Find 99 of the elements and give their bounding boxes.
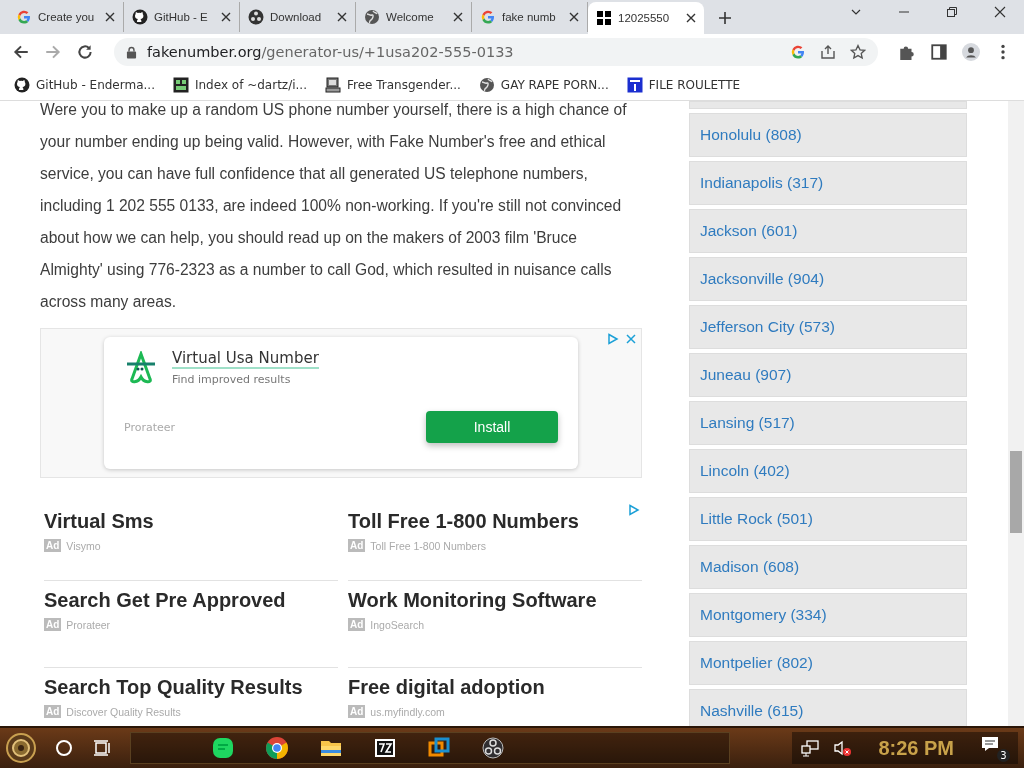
- notification-count: 3: [997, 749, 1010, 762]
- city-link[interactable]: Jefferson City (573): [700, 318, 835, 336]
- browser-tab[interactable]: GitHub - E: [124, 2, 240, 32]
- address-bar[interactable]: fakenumber.org/generator-us/+1usa202-555-0133: [114, 38, 878, 66]
- play-triangle-icon[interactable]: [607, 333, 619, 345]
- bookmark[interactable]: GitHub - Enderma...: [14, 77, 155, 93]
- chat-app-icon[interactable]: [211, 736, 235, 760]
- speaker-muted-icon[interactable]: [832, 738, 853, 758]
- ad-headline-link[interactable]: Free digital adoption: [348, 676, 642, 699]
- overlapping-squares-icon[interactable]: [427, 736, 451, 760]
- scrollbar[interactable]: [1008, 101, 1024, 726]
- ad-source: us.myfindly.com: [370, 705, 445, 718]
- side-panel-icon[interactable]: [930, 43, 948, 61]
- close-icon[interactable]: [994, 6, 1006, 18]
- reload-icon[interactable]: [76, 43, 94, 61]
- city-link[interactable]: Jacksonville (904): [700, 270, 825, 288]
- close-icon[interactable]: [105, 12, 115, 22]
- browser-tab[interactable]: Welcome: [356, 2, 472, 32]
- ad-badge: Ad: [348, 705, 366, 718]
- city-link[interactable]: Nashville (615): [700, 702, 804, 720]
- close-icon[interactable]: [569, 12, 579, 22]
- google-icon[interactable]: [790, 44, 806, 60]
- bookmark[interactable]: GAY RAPE PORN...: [478, 77, 609, 93]
- browser-tab[interactable]: Create you: [8, 2, 124, 32]
- bookmark[interactable]: Index of ~dartz/i...: [172, 77, 307, 93]
- tab-title: 12025550: [618, 12, 671, 24]
- advertiser-name: Prorateer: [124, 420, 176, 434]
- network-icon[interactable]: [800, 738, 821, 758]
- ad-source: Visymo: [66, 539, 101, 552]
- city-link[interactable]: Lincoln (402): [700, 462, 790, 480]
- new-tab-icon[interactable]: [718, 11, 732, 25]
- obs-icon[interactable]: [481, 736, 505, 760]
- tab-title: Download: [270, 11, 323, 23]
- ad-source: Discover Quality Results: [66, 705, 181, 718]
- back-icon[interactable]: [12, 43, 30, 61]
- play-triangle-icon[interactable]: [628, 504, 640, 516]
- star-icon[interactable]: [850, 44, 866, 60]
- square-logo-icon: [626, 77, 643, 93]
- city-link[interactable]: Jackson (601): [700, 222, 798, 240]
- obs-icon: [248, 9, 264, 25]
- computer-icon: [324, 77, 341, 93]
- ad-badge: Ad: [44, 705, 62, 718]
- github-icon: [132, 9, 148, 25]
- ad-title-link[interactable]: Virtual Usa Number: [172, 349, 319, 369]
- google-icon: [16, 9, 32, 25]
- city-link[interactable]: Lansing (517): [700, 414, 795, 432]
- ad-badge: Ad: [348, 618, 366, 631]
- city-link[interactable]: Honolulu (808): [700, 126, 802, 144]
- ad-headline-link[interactable]: Toll Free 1-800 Numbers: [348, 510, 642, 533]
- bookmark[interactable]: Free Transgender...: [324, 77, 461, 93]
- tab-title: fake numb: [502, 11, 557, 23]
- article-paragraph: Were you to make up a random US phone number yourself, there is a high chance of your number ending up being valid. However, with Fake Number's free and ethical service, you can have full confidence that all generated US telephone numbers, including 1 202 555 0133, are indeed 100% non-working. If you're still not convinced about how we can help, you should read up on the makers of 2003 film 'Bruce Almighty' using 776-2323 as a number to call God, which resulted in nuisance calls across many areas.: [40, 101, 628, 312]
- profile-avatar-icon[interactable]: [962, 43, 980, 61]
- browser-tab[interactable]: 12025550: [588, 2, 704, 34]
- bookmark[interactable]: FILE ROULETTE: [626, 77, 741, 93]
- globe-icon: [364, 9, 380, 25]
- notification-icon: [980, 734, 1000, 754]
- terminal-icon: [172, 77, 189, 93]
- ad-source: Toll Free 1-800 Numbers: [370, 539, 486, 552]
- archive-app-icon[interactable]: [373, 736, 397, 760]
- tab-title: Create you: [38, 11, 96, 23]
- ad-headline-link[interactable]: Search Top Quality Results: [44, 676, 338, 699]
- ad-headline-link[interactable]: Search Get Pre Approved: [44, 589, 338, 612]
- close-icon[interactable]: [221, 12, 231, 22]
- github-icon: [14, 77, 30, 93]
- tab-title: GitHub - E: [154, 11, 209, 23]
- close-icon[interactable]: [686, 13, 696, 23]
- ad-subtitle: Find improved results: [172, 373, 292, 386]
- search-circle-icon[interactable]: [54, 738, 74, 758]
- google-icon: [480, 9, 496, 25]
- ad-badge: Ad: [348, 539, 366, 552]
- url-text: fakenumber.org/generator-us/+1usa202-555-0133: [147, 44, 514, 60]
- ad-source: Prorateer: [66, 618, 111, 631]
- ad-badge: Ad: [44, 539, 62, 552]
- browser-tab[interactable]: Download: [240, 2, 356, 32]
- close-icon[interactable]: [453, 12, 463, 22]
- ad-badge: Ad: [44, 618, 62, 631]
- globe-icon: [478, 77, 495, 93]
- ad-headline-link[interactable]: Virtual Sms: [44, 510, 338, 533]
- ad-source: IngoSearch: [370, 618, 425, 631]
- city-link[interactable]: Montgomery (334): [700, 606, 827, 624]
- gear-start-icon[interactable]: [6, 733, 36, 763]
- task-view-icon[interactable]: [92, 738, 112, 758]
- notification-button[interactable]: 3: [980, 734, 1010, 762]
- clock-time[interactable]: 8:26 PM: [878, 736, 954, 760]
- star-logo-icon: [124, 350, 158, 385]
- restore-icon[interactable]: [946, 6, 958, 18]
- close-icon[interactable]: [337, 12, 347, 22]
- tab-title: Welcome: [386, 11, 435, 23]
- city-link[interactable]: Madison (608): [700, 558, 800, 576]
- city-link[interactable]: Little Rock (501): [700, 510, 813, 528]
- ad-headline-link[interactable]: Work Monitoring Software: [348, 589, 642, 612]
- grid-icon: [596, 10, 612, 26]
- lock-icon: [126, 45, 137, 59]
- city-link[interactable]: Indianapolis (317): [700, 174, 824, 192]
- city-link[interactable]: Juneau (907): [700, 366, 792, 384]
- city-link[interactable]: Montpelier (802): [700, 654, 813, 672]
- chrome-icon[interactable]: [265, 736, 289, 760]
- share-icon[interactable]: [820, 44, 836, 60]
